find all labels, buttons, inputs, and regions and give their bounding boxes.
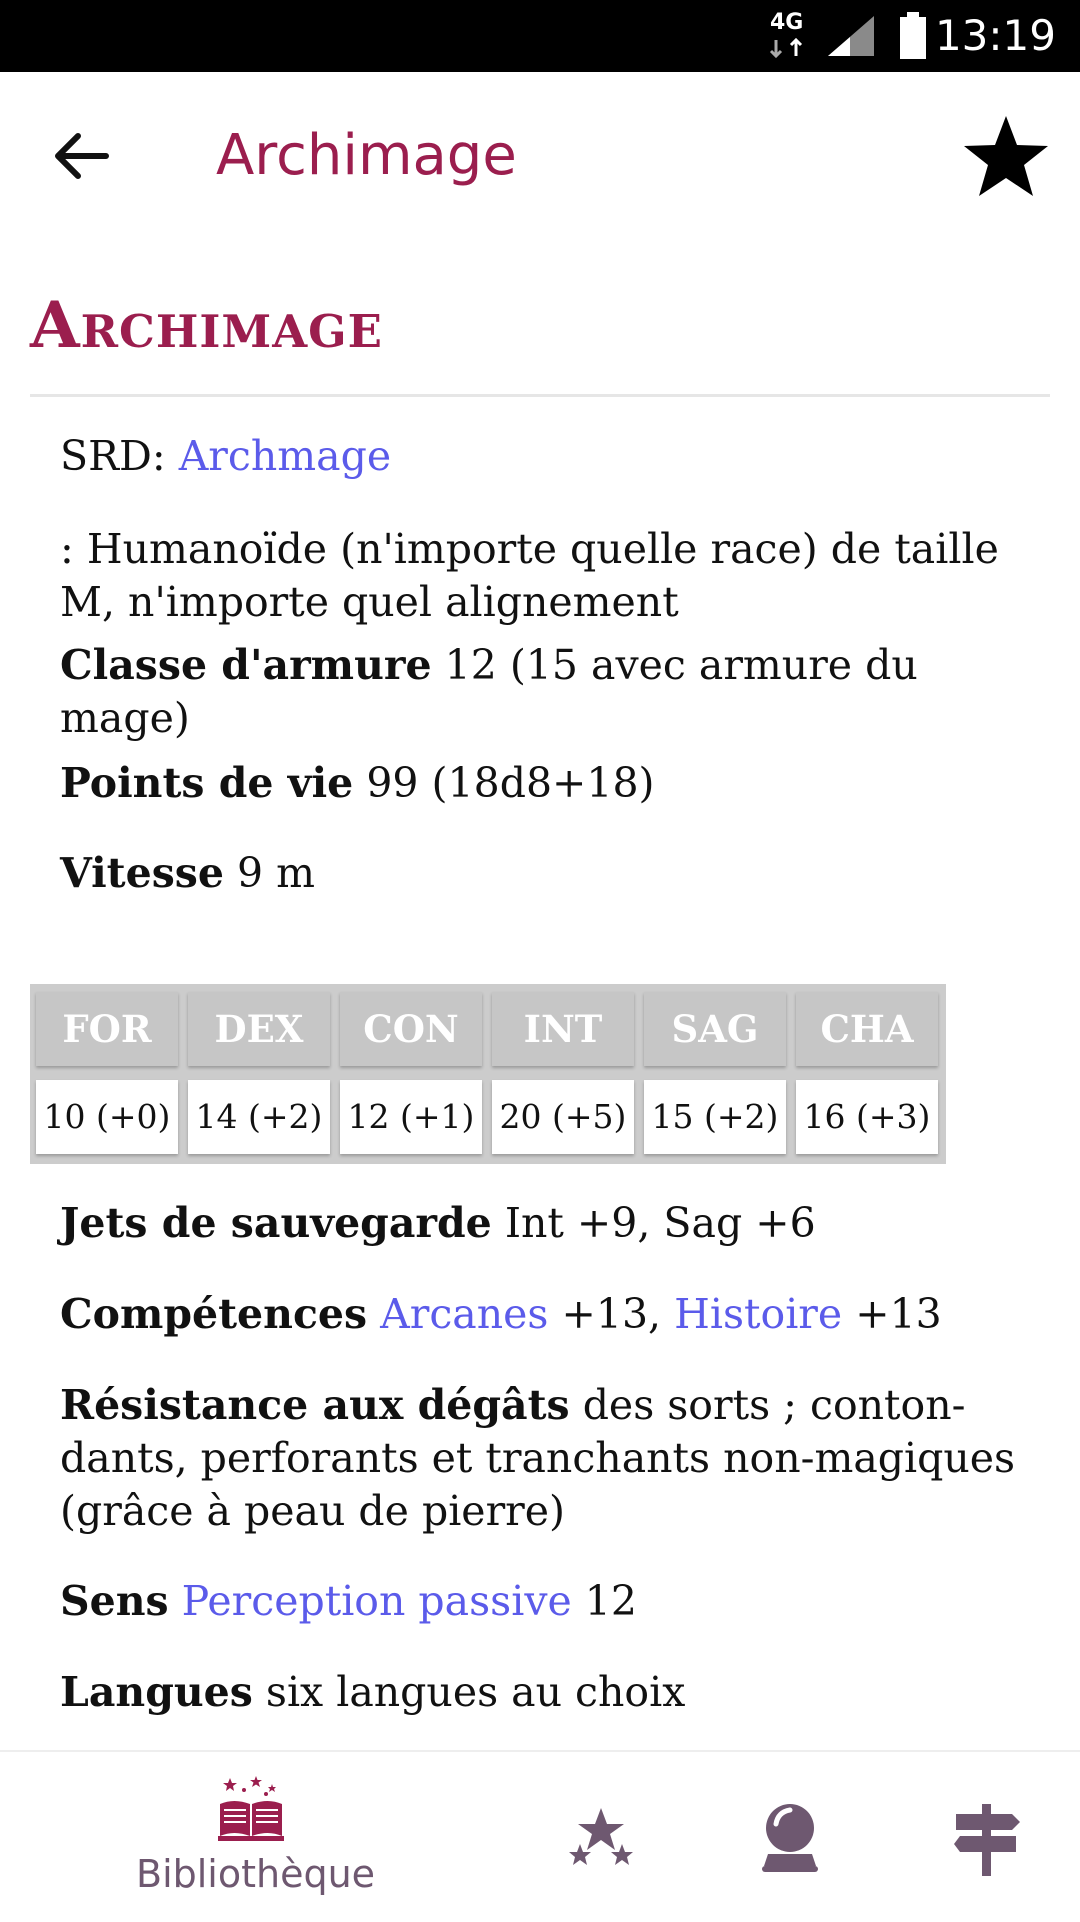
ability-value-cha: 16 (+3) — [796, 1080, 938, 1154]
skill-histoire-value: +13 — [855, 1290, 942, 1338]
senses-label: Sens — [60, 1577, 169, 1625]
skill-histoire-link[interactable]: Histoire — [674, 1290, 842, 1338]
languages: Langues six langues au choix — [60, 1666, 1050, 1719]
library-book-icon — [218, 1776, 284, 1841]
signal-icon — [828, 16, 874, 56]
languages-label: Langues — [60, 1668, 253, 1716]
ability-table: FOR DEX CON INT SAG CHA 10 (+0) 14 (+2) … — [30, 984, 946, 1164]
ability-value-for: 10 (+0) — [36, 1080, 178, 1154]
passive-perception-link[interactable]: Perception passive — [182, 1577, 572, 1625]
hp-label: Points de vie — [60, 759, 354, 807]
nav-item-guide[interactable] — [920, 1752, 1080, 1922]
nav-label-library: Bibliothèque — [136, 1852, 376, 1896]
type-line: : Humanoïde (n'importe quelle race) de t… — [60, 523, 1050, 629]
nav-item-favorites[interactable] — [540, 1752, 660, 1922]
bottom-navigation: Bibliothèque — [0, 1750, 1080, 1922]
hp-value: 99 (18d8+18) — [366, 759, 655, 807]
type-line-2: M, n'importe quel alignement — [60, 578, 679, 626]
resist-line-2: dants, perforants et tranchants non-magi… — [60, 1434, 1016, 1482]
resist-line-3: (grâce à peau de pierre) — [60, 1487, 566, 1535]
ability-header-int: INT — [492, 992, 634, 1066]
hit-points: Points de vie 99 (18d8+18) — [60, 757, 1050, 810]
skill-arcanes-link[interactable]: Arcanes — [380, 1290, 548, 1338]
speed-label: Vitesse — [60, 849, 224, 897]
ability-value-int: 20 (+5) — [492, 1080, 634, 1154]
ability-header-cha: CHA — [796, 992, 938, 1066]
app-bar-title: Archimage — [216, 123, 517, 188]
skill-arcanes-value: +13, — [561, 1290, 662, 1338]
speed: Vitesse 9 m — [60, 847, 1050, 900]
saving-throws: Jets de sauvegarde Int +9, Sag +6 — [60, 1197, 1050, 1250]
monster-detail: Archimage SRD: Archmage : Humanoïde (n'i… — [0, 242, 1080, 1750]
stars-icon — [569, 1808, 633, 1865]
ability-header-for: FOR — [36, 992, 178, 1066]
battery-icon — [900, 12, 926, 59]
resist-label: Résistance aux dégâts — [60, 1381, 570, 1429]
senses-value: 12 — [584, 1577, 637, 1625]
type-line-1: : Humanoïde (n'importe quelle race) de t… — [60, 525, 999, 573]
armor-class: Classe d'armure 12 (15 avec armure du ma… — [60, 639, 1050, 745]
resist-line-1: des sorts ; conton- — [582, 1381, 966, 1429]
skills-label: Compétences — [60, 1290, 368, 1338]
nav-item-library[interactable]: Bibliothèque — [0, 1752, 480, 1922]
clock: 13:19 — [934, 11, 1056, 60]
divider — [30, 394, 1050, 397]
speed-value: 9 m — [237, 849, 315, 897]
srd-line: SRD: Archmage — [60, 430, 1050, 483]
app-bar: Archimage — [0, 72, 1080, 242]
ability-value-sag: 15 (+2) — [644, 1080, 786, 1154]
srd-link[interactable]: Archmage — [179, 432, 391, 480]
status-bar: 4G 13:19 — [0, 0, 1080, 72]
senses: Sens Perception passive 12 — [60, 1575, 1050, 1628]
damage-resistances: Résistance aux dégâts des sorts ; conton… — [60, 1379, 1050, 1538]
srd-label: SRD: — [60, 432, 166, 480]
ability-header-sag: SAG — [644, 992, 786, 1066]
ability-header-dex: DEX — [188, 992, 330, 1066]
armor-value-1: 12 (15 avec armure du — [444, 641, 918, 689]
signpost-icon — [954, 1804, 1020, 1876]
ability-value-con: 12 (+1) — [340, 1080, 482, 1154]
ability-header-con: CON — [340, 992, 482, 1066]
languages-value: six langues au choix — [265, 1668, 686, 1716]
nav-item-oracle[interactable] — [700, 1752, 880, 1922]
page-title: Archimage — [30, 288, 383, 363]
back-arrow-icon[interactable] — [50, 124, 114, 188]
saves-label: Jets de sauvegarde — [60, 1199, 492, 1247]
ability-value-dex: 14 (+2) — [188, 1080, 330, 1154]
armor-label: Classe d'armure — [60, 641, 432, 689]
crystal-ball-icon — [762, 1804, 818, 1872]
armor-value-2: mage) — [60, 694, 190, 742]
favorite-star-icon[interactable] — [960, 112, 1052, 204]
skills: Compétences Arcanes +13, Histoire +13 — [60, 1288, 1050, 1341]
saves-value: Int +9, Sag +6 — [504, 1199, 816, 1247]
network-4g-icon: 4G — [768, 10, 812, 60]
